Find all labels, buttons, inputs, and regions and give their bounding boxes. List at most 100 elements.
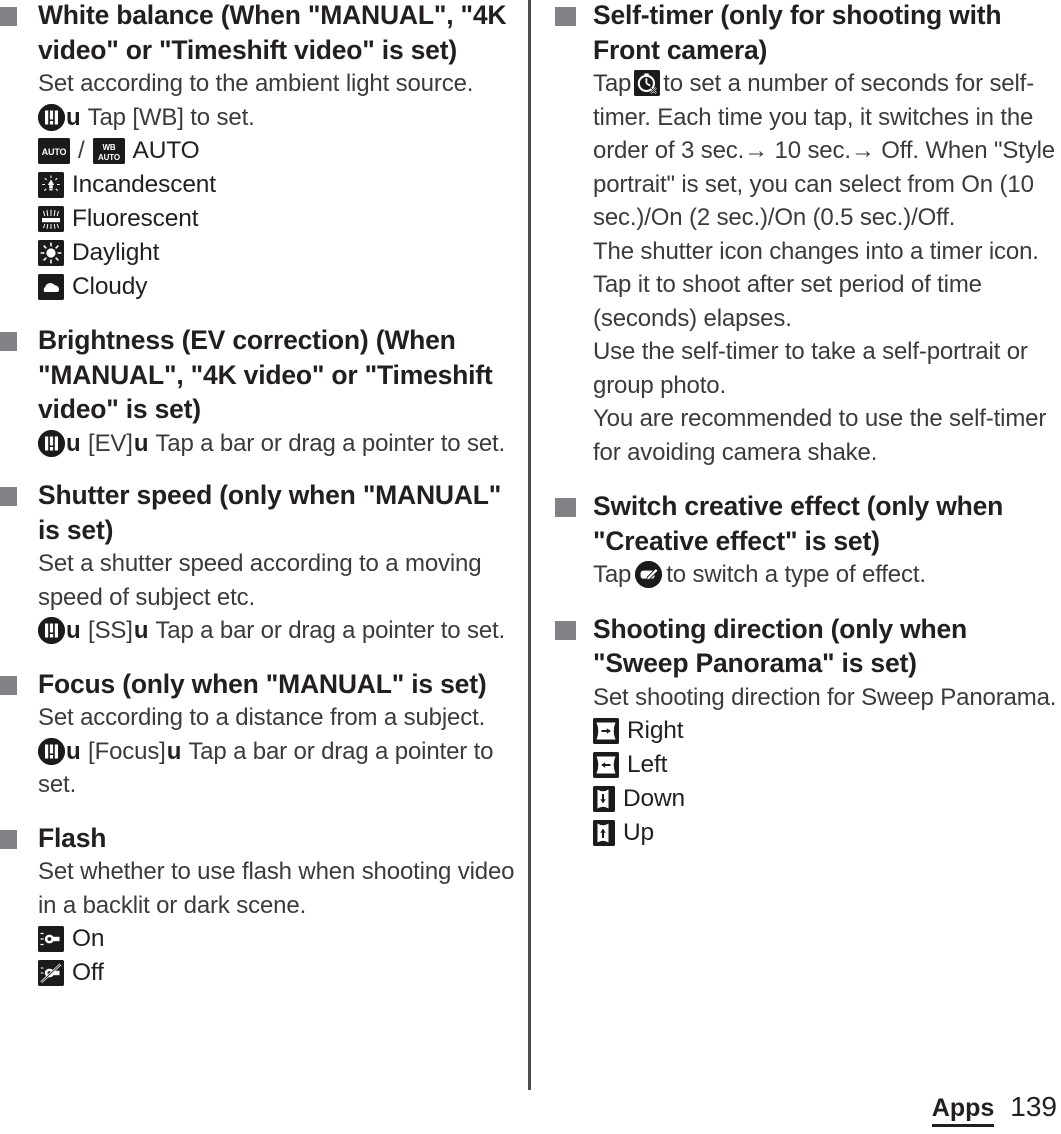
section-flash: Flash Set whether to use flash when shoo… — [0, 821, 515, 991]
step-arrow-2: u — [133, 617, 149, 644]
option-row-down: Down — [593, 782, 1061, 816]
section-bullet-icon — [0, 332, 17, 351]
camera-settings-icon — [38, 429, 65, 457]
option-row-cloudy: Cloudy — [38, 270, 515, 304]
daylight-icon — [38, 240, 64, 266]
option-row-left: Left — [593, 748, 1061, 782]
section-bullet-icon — [555, 498, 576, 517]
section-shooting-direction: Shooting direction (only when "Sweep Pan… — [555, 612, 1061, 851]
option-separator: / — [78, 137, 85, 164]
step-arrow-1: u — [66, 429, 81, 457]
body-text-after-icon: to set a number of seconds for self-time… — [593, 70, 1055, 231]
option-label: Right — [627, 717, 684, 744]
option-row-incandescent: Incandescent — [38, 168, 515, 202]
step-arrow-2: u — [133, 429, 149, 457]
section-body: Set shooting direction for Sweep Panoram… — [593, 683, 1057, 711]
footer-chapter-label: Apps — [931, 1094, 995, 1127]
step-arrow-2: u — [166, 737, 182, 765]
section-switch-creative-effect: Switch creative effect (only when "Creat… — [555, 489, 1061, 592]
option-label: Cloudy — [72, 273, 148, 300]
svg-text:AUTO: AUTO — [98, 153, 120, 162]
option-row-right: Right — [593, 714, 1061, 748]
section-heading: Shutter speed (only when "MANUAL" is set… — [38, 480, 502, 545]
section-self-timer: Self-timer (only for shooting with Front… — [555, 0, 1061, 469]
two-column-layout: White balance (When "MANUAL", "4K video"… — [0, 0, 1061, 1095]
panorama-right-icon — [593, 718, 619, 744]
option-row-auto: AUTO / WB AUTO AUTO — [38, 134, 515, 168]
step-text: Tap a bar or drag a pointer to set. — [155, 429, 506, 457]
section-body-3: Use the self-timer to take a self-portra… — [593, 338, 1028, 399]
footer-page-number: 139 — [1010, 1091, 1057, 1122]
self-timer-icon — [634, 70, 661, 96]
section-bullet-icon — [0, 487, 17, 506]
wb-auto-icon: AUTO — [38, 138, 70, 164]
camera-settings-icon — [38, 737, 65, 765]
step-token: [SS] — [88, 617, 133, 644]
section-heading: Brightness (EV correction) (When "MANUAL… — [38, 325, 493, 424]
section-heading: Focus (only when "MANUAL" is set) — [38, 668, 487, 699]
section-focus: Focus (only when "MANUAL" is set) Set ac… — [0, 667, 515, 802]
section-bullet-icon — [0, 7, 17, 26]
option-row-daylight: Daylight — [38, 236, 515, 270]
option-row-flash-off: Off — [38, 956, 515, 990]
creative-effect-icon — [635, 561, 663, 588]
section-step-line: u [EV]u Tap a bar or drag a pointer to s… — [38, 427, 515, 461]
fluorescent-icon — [38, 206, 64, 232]
section-bullet-icon — [0, 675, 17, 695]
section-step-line: u [Focus]u Tap a bar or drag a pointer t… — [38, 735, 515, 802]
option-label: Left — [627, 751, 668, 778]
option-label: Incandescent — [72, 171, 216, 198]
step-token: [Focus] — [88, 737, 166, 765]
step-text: Tap [WB] to set. — [87, 103, 255, 131]
left-column: White balance (When "MANUAL", "4K video"… — [0, 0, 527, 1095]
option-label: Daylight — [72, 239, 160, 266]
option-row-fluorescent: Fluorescent — [38, 202, 515, 236]
section-bullet-icon — [555, 7, 576, 26]
option-label: Down — [623, 785, 686, 812]
page-footer: Apps 139 — [931, 1091, 1057, 1127]
manual-page: White balance (When "MANUAL", "4K video"… — [0, 0, 1061, 1134]
body-text-after-icon: to switch a type of effect. — [666, 561, 926, 588]
section-body: Set according to a distance from a subje… — [38, 704, 486, 731]
panorama-down-icon — [593, 786, 615, 812]
incandescent-icon — [38, 172, 64, 198]
section-body: Set a shutter speed according to a movin… — [38, 550, 482, 611]
section-heading: Switch creative effect (only when "Creat… — [593, 491, 1004, 556]
section-body: Set whether to use flash when shooting v… — [38, 858, 515, 919]
section-bullet-icon — [555, 620, 576, 640]
section-bullet-icon — [0, 829, 17, 849]
svg-text:AUTO: AUTO — [42, 147, 67, 157]
step-arrow-1: u — [66, 737, 81, 765]
step-token: [EV] — [88, 429, 133, 457]
cloudy-icon — [38, 274, 64, 300]
option-label: On — [72, 925, 105, 952]
section-body-4: You are recommended to use the self-time… — [593, 405, 1047, 466]
section-heading: Shooting direction (only when "Sweep Pan… — [593, 613, 968, 679]
section-body-with-icon: Tap to switch a type of effect. — [593, 558, 1061, 592]
section-heading: Flash — [38, 822, 107, 853]
option-label: Up — [623, 819, 655, 846]
option-label: Fluorescent — [72, 205, 199, 232]
option-label: Off — [72, 959, 104, 986]
section-step-line: u [SS]u Tap a bar or drag a pointer to s… — [38, 614, 515, 648]
section-shutter-speed: Shutter speed (only when "MANUAL" is set… — [0, 478, 515, 648]
camera-settings-icon — [38, 617, 65, 644]
body-text-before-icon: Tap — [593, 561, 632, 588]
section-body-with-icon: Tap to set a number of seconds for self-… — [593, 67, 1061, 235]
step-arrow-1: u — [66, 617, 81, 644]
right-column: Self-timer (only for shooting with Front… — [531, 0, 1061, 1095]
option-label: AUTO — [132, 137, 200, 164]
flash-on-icon — [38, 926, 64, 952]
section-body: Set according to the ambient light sourc… — [38, 70, 474, 97]
panorama-up-icon — [593, 820, 615, 846]
body-text-before-icon: Tap — [593, 70, 632, 97]
camera-settings-icon — [38, 103, 65, 131]
svg-text:WB: WB — [102, 143, 115, 152]
section-brightness-ev: Brightness (EV correction) (When "MANUAL… — [0, 323, 515, 460]
section-step-line: u Tap [WB] to set. — [38, 101, 515, 135]
section-white-balance: White balance (When "MANUAL", "4K video"… — [0, 0, 515, 304]
panorama-left-icon — [593, 752, 619, 778]
step-arrow: u — [66, 103, 81, 131]
option-row-up: Up — [593, 816, 1061, 850]
flash-off-icon — [38, 960, 64, 986]
